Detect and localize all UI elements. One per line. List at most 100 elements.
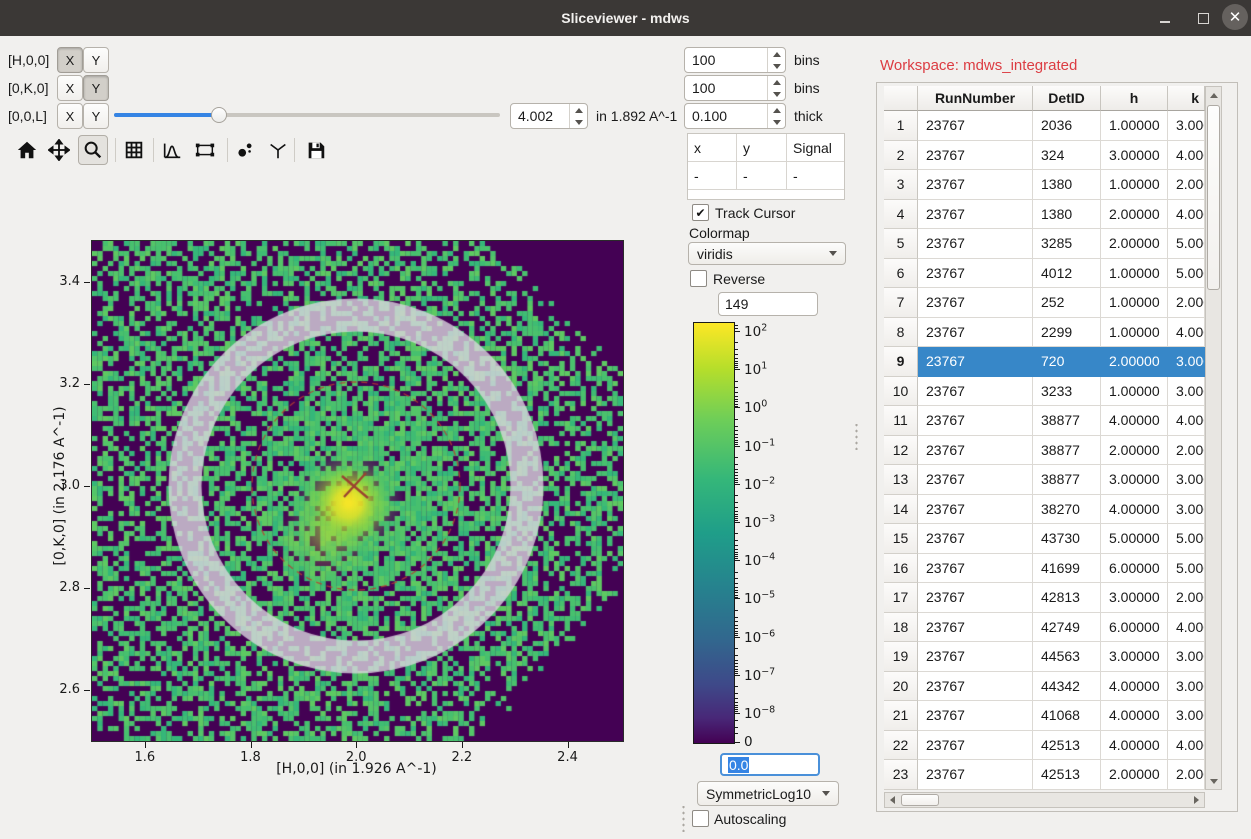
table-cell[interactable]: 2299 — [1033, 318, 1101, 348]
table-cell[interactable]: 3.000 — [1168, 642, 1205, 672]
thickness-spinbox[interactable]: 0.100 — [684, 103, 786, 129]
table-cell[interactable]: 23767 — [918, 672, 1033, 702]
table-cell[interactable]: 6.00000 — [1101, 613, 1168, 643]
title-bar[interactable]: Sliceviewer - mdws ✕ — [0, 0, 1251, 36]
row-number-cell[interactable]: 21 — [884, 701, 918, 731]
table-row[interactable]: 1523767437305.000005.000 — [884, 524, 1205, 554]
table-cell[interactable]: 38877 — [1033, 465, 1101, 495]
row-number-cell[interactable]: 17 — [884, 583, 918, 613]
row-number-cell[interactable]: 15 — [884, 524, 918, 554]
nonorthogonal-axes-button[interactable] — [263, 135, 293, 165]
close-button[interactable]: ✕ — [1222, 4, 1248, 30]
table-cell[interactable]: 42513 — [1033, 760, 1101, 790]
table-cell[interactable]: 1.00000 — [1101, 288, 1168, 318]
pan-button[interactable] — [44, 135, 74, 165]
colormap-dropdown[interactable]: viridis — [688, 242, 846, 265]
table-cell[interactable]: 23767 — [918, 170, 1033, 200]
table-row[interactable]: 1123767388774.000004.000 — [884, 406, 1205, 436]
save-button[interactable] — [301, 135, 331, 165]
colorbar-min-input[interactable]: 0.0 — [720, 753, 820, 776]
row-number-cell[interactable]: 8 — [884, 318, 918, 348]
table-cell[interactable]: 1380 — [1033, 200, 1101, 230]
scroll-left-button[interactable] — [885, 793, 900, 807]
column-header-detid[interactable]: DetID — [1033, 86, 1101, 111]
table-cell[interactable]: 3.00000 — [1101, 583, 1168, 613]
table-cell[interactable]: 3.000 — [1168, 495, 1205, 525]
table-row[interactable]: 32376713801.000002.000 — [884, 170, 1205, 200]
bins-y-value[interactable]: 100 — [685, 76, 767, 100]
table-cell[interactable]: 2.00000 — [1101, 436, 1168, 466]
row-number-cell[interactable]: 16 — [884, 554, 918, 584]
table-cell[interactable]: 43730 — [1033, 524, 1101, 554]
scale-dropdown[interactable]: SymmetricLog10 — [697, 781, 839, 806]
dim-0k0-y-button[interactable]: Y — [83, 75, 109, 101]
horizontal-scroll-thumb[interactable] — [901, 794, 939, 806]
table-cell[interactable]: 2.000 — [1168, 436, 1205, 466]
colorbar[interactable] — [693, 322, 735, 744]
table-cell[interactable]: 38877 — [1033, 436, 1101, 466]
table-cell[interactable]: 23767 — [918, 347, 1033, 377]
table-cell[interactable]: 23767 — [918, 465, 1033, 495]
row-number-cell[interactable]: 22 — [884, 731, 918, 761]
row-number-cell[interactable]: 18 — [884, 613, 918, 643]
column-header-runnumber[interactable]: RunNumber — [918, 86, 1033, 111]
row-number-cell[interactable]: 11 — [884, 406, 918, 436]
spin-arrows[interactable] — [767, 76, 785, 100]
vertical-scrollbar[interactable] — [1205, 86, 1222, 790]
table-cell[interactable]: 23767 — [918, 613, 1033, 643]
table-row[interactable]: 102376732331.000003.000 — [884, 377, 1205, 407]
row-number-cell[interactable]: 12 — [884, 436, 918, 466]
table-cell[interactable]: 1.00000 — [1101, 170, 1168, 200]
region-selection-button[interactable] — [190, 135, 220, 165]
table-cell[interactable]: 42513 — [1033, 731, 1101, 761]
table-row[interactable]: 1223767388772.000002.000 — [884, 436, 1205, 466]
slice-point-value[interactable]: 4.002 — [511, 104, 569, 128]
table-cell[interactable]: 23767 — [918, 436, 1033, 466]
table-cell[interactable]: 324 — [1033, 141, 1101, 171]
table-cell[interactable]: 2.00000 — [1101, 200, 1168, 230]
table-cell[interactable]: 2.000 — [1168, 288, 1205, 318]
splitter-grip[interactable] — [680, 806, 687, 832]
row-number-cell[interactable]: 6 — [884, 259, 918, 289]
zoom-button[interactable] — [78, 135, 108, 165]
table-row[interactable]: 1723767428133.000002.000 — [884, 583, 1205, 613]
row-number-cell[interactable]: 10 — [884, 377, 918, 407]
table-cell[interactable]: 252 — [1033, 288, 1101, 318]
table-cell[interactable]: 23767 — [918, 288, 1033, 318]
table-cell[interactable]: 4.00000 — [1101, 495, 1168, 525]
table-cell[interactable]: 4.00000 — [1101, 406, 1168, 436]
table-cell[interactable]: 41699 — [1033, 554, 1101, 584]
row-number-cell[interactable]: 3 — [884, 170, 918, 200]
row-number-cell[interactable]: 7 — [884, 288, 918, 318]
row-number-cell[interactable]: 9 — [884, 347, 918, 377]
table-cell[interactable]: 23767 — [918, 200, 1033, 230]
overlay-lines-button[interactable] — [157, 135, 187, 165]
row-number-cell[interactable]: 4 — [884, 200, 918, 230]
splitter-grip[interactable] — [853, 424, 860, 450]
table-cell[interactable]: 23767 — [918, 259, 1033, 289]
table-cell[interactable]: 4.000 — [1168, 318, 1205, 348]
table-cell[interactable]: 2.00000 — [1101, 229, 1168, 259]
scroll-up-button[interactable] — [1206, 87, 1221, 103]
table-cell[interactable]: 1.00000 — [1101, 377, 1168, 407]
autoscaling-checkbox[interactable] — [692, 810, 709, 827]
slice-point-spinbox[interactable]: 4.002 — [510, 103, 588, 129]
table-cell[interactable]: 4.00000 — [1101, 701, 1168, 731]
table-cell[interactable]: 4.00000 — [1101, 731, 1168, 761]
table-cell[interactable]: 2.000 — [1168, 583, 1205, 613]
peaks-overlay-button[interactable] — [230, 135, 260, 165]
table-cell[interactable]: 3.000 — [1168, 111, 1205, 141]
table-row[interactable]: 2323767425132.000002.000 — [884, 760, 1205, 790]
table-cell[interactable]: 720 — [1033, 347, 1101, 377]
row-number-cell[interactable]: 13 — [884, 465, 918, 495]
bins-x-value[interactable]: 100 — [685, 48, 767, 72]
scroll-right-button[interactable] — [1189, 793, 1204, 807]
table-cell[interactable]: 5.000 — [1168, 554, 1205, 584]
table-cell[interactable]: 2.000 — [1168, 170, 1205, 200]
table-cell[interactable]: 4.000 — [1168, 406, 1205, 436]
table-cell[interactable]: 42749 — [1033, 613, 1101, 643]
row-number-cell[interactable]: 23 — [884, 760, 918, 790]
table-cell[interactable]: 23767 — [918, 524, 1033, 554]
table-cell[interactable]: 1.00000 — [1101, 318, 1168, 348]
spin-arrows[interactable] — [767, 48, 785, 72]
